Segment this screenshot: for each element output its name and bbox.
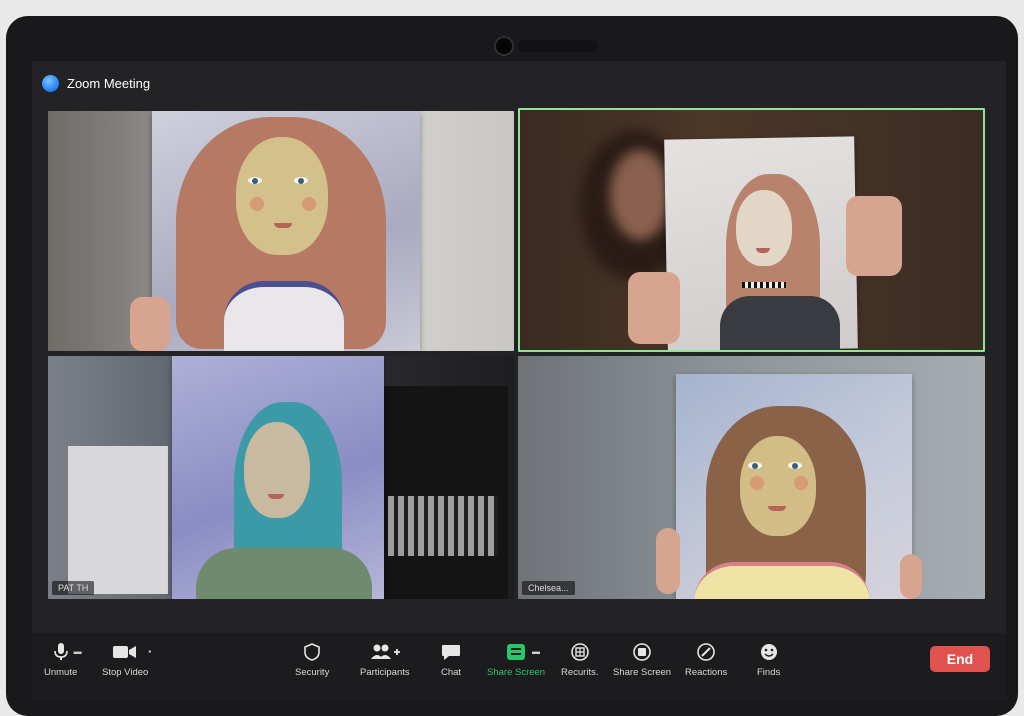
finds-button[interactable]: Finds xyxy=(757,643,780,678)
hand xyxy=(846,196,902,276)
painted-blush xyxy=(794,476,808,490)
painted-eye xyxy=(248,177,262,184)
zoom-logo-icon xyxy=(42,74,59,92)
chevron-down-icon[interactable]: ▬ xyxy=(74,647,82,656)
video-tile-3[interactable]: PAT TH xyxy=(48,356,514,599)
meeting-toolbar: ▬ Unmute ▪ Stop Video Security Participa… xyxy=(32,633,1006,699)
record-label: Recurits. xyxy=(561,667,599,678)
participant-name: PAT TH xyxy=(52,581,95,595)
hand xyxy=(628,272,680,344)
record-button[interactable]: Recurits. xyxy=(561,643,598,678)
video-tile-2-active[interactable] xyxy=(518,108,985,352)
chevron-down-icon[interactable]: ▪ xyxy=(148,647,151,656)
apps-icon xyxy=(760,643,778,661)
reactions-button[interactable]: Reactions xyxy=(685,643,727,678)
painted-top xyxy=(720,296,840,350)
stop-video-button[interactable]: ▪ Stop Video xyxy=(102,643,151,678)
laptop-bezel: Zoom Meeting PAT TH Chelsea... ▬ Unmute … xyxy=(6,16,1018,716)
stop-icon xyxy=(633,643,651,661)
painted-mouth xyxy=(268,494,284,499)
chat-label: Chat xyxy=(441,667,462,678)
participants-button[interactable]: Participants xyxy=(360,643,410,678)
microphone-icon: ▬ xyxy=(53,643,82,661)
participant-name: Chelsea... xyxy=(522,581,575,595)
chat-button[interactable]: Chat xyxy=(441,643,461,678)
security-button[interactable]: Security xyxy=(295,643,329,678)
background-grille xyxy=(388,496,498,556)
background-shelf xyxy=(68,446,168,594)
painted-face xyxy=(236,137,328,255)
video-tile-1[interactable] xyxy=(48,111,514,351)
end-meeting-button[interactable]: End xyxy=(930,646,990,672)
participants-label: Participants xyxy=(360,667,410,678)
hand xyxy=(656,528,680,594)
share-screen-button[interactable]: ▬ Share Screen xyxy=(487,643,545,678)
painted-top xyxy=(694,562,870,599)
reactions-label: Reactions xyxy=(685,667,728,678)
chat-icon xyxy=(441,643,461,661)
share-screen-label: Share Screen xyxy=(487,667,546,678)
shield-icon xyxy=(304,643,320,661)
webcam-bar xyxy=(518,40,598,52)
painted-eye xyxy=(788,462,802,469)
stop-video-label: Stop Video xyxy=(102,667,149,678)
painted-blush xyxy=(302,197,316,211)
unmute-label: Unmute xyxy=(44,667,78,678)
painted-eye xyxy=(294,177,308,184)
webcam xyxy=(494,36,514,56)
security-label: Security xyxy=(295,667,330,678)
unmute-button[interactable]: ▬ Unmute xyxy=(44,643,82,678)
video-camera-icon: ▪ xyxy=(113,643,151,661)
painted-face xyxy=(736,190,792,266)
blurred-face xyxy=(610,150,670,240)
painted-top xyxy=(196,548,372,599)
video-tile-4[interactable]: Chelsea... xyxy=(518,356,985,599)
share-screen-icon: ▬ xyxy=(506,643,540,661)
window-title: Zoom Meeting xyxy=(67,75,151,91)
reactions-icon xyxy=(697,643,715,661)
painted-eye xyxy=(748,462,762,469)
background-cabinet xyxy=(378,386,508,599)
record-icon xyxy=(570,643,589,661)
painted-mouth xyxy=(768,506,786,511)
share-screen-2-button[interactable]: Share Screen xyxy=(613,643,671,678)
painted-shirt xyxy=(224,281,344,351)
hand xyxy=(130,297,170,351)
hand xyxy=(900,554,922,599)
chevron-down-icon[interactable]: ▬ xyxy=(532,647,540,656)
painted-blush xyxy=(250,197,264,211)
finds-label: Finds xyxy=(757,667,781,678)
painted-mouth xyxy=(274,223,292,228)
share-screen-2-label: Share Screen xyxy=(613,667,672,678)
participants-icon xyxy=(370,643,400,661)
title-bar: Zoom Meeting xyxy=(42,73,150,93)
painted-necklace xyxy=(742,282,786,288)
painted-face xyxy=(244,422,310,518)
zoom-window: Zoom Meeting PAT TH Chelsea... ▬ Unmute … xyxy=(32,61,1006,699)
painted-blush xyxy=(750,476,764,490)
